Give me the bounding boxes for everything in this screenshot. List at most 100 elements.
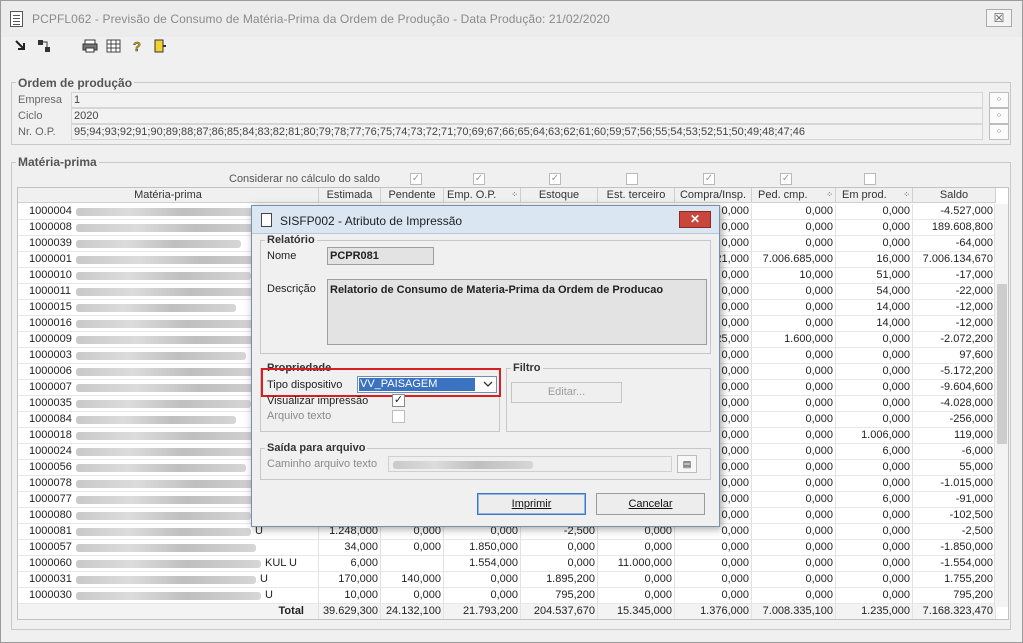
cell-saldo[interactable]: -12,000 [913, 300, 996, 316]
cell-ped[interactable]: 0,000 [752, 508, 836, 524]
cell-prod[interactable]: 16,000 [836, 252, 913, 268]
cell-prod[interactable]: 0,000 [836, 412, 913, 428]
ciclo-pick-button[interactable]: ⁘ [989, 108, 1009, 124]
folder-browse-icon[interactable]: ▤ [677, 455, 697, 473]
cell-saldo[interactable]: -1.015,000 [913, 476, 996, 492]
grid-scroll-thumb[interactable] [997, 284, 1007, 444]
cell-ped[interactable]: 0,000 [752, 380, 836, 396]
cell-ped[interactable]: 0,000 [752, 348, 836, 364]
cell-prod[interactable]: 51,000 [836, 268, 913, 284]
ped-pick-icon[interactable]: ⁘ [826, 188, 833, 202]
cell-prod[interactable]: 0,000 [836, 332, 913, 348]
cell-pendente[interactable]: 0,000 [381, 588, 444, 604]
cell-emp[interactable]: 1.850,000 [444, 540, 521, 556]
cell-saldo[interactable]: -4.028,000 [913, 396, 996, 412]
cell-terceiro[interactable]: 11.000,000 [598, 556, 675, 572]
col-header-estoque[interactable]: Estoque [521, 188, 598, 203]
imprimir-button[interactable]: Imprimir [477, 493, 586, 515]
caminho-field[interactable] [388, 456, 672, 472]
considerar-check-prod[interactable] [864, 173, 876, 185]
cell-saldo[interactable]: -5.172,200 [913, 364, 996, 380]
cell-saldo[interactable]: -256,000 [913, 412, 996, 428]
cell-ped[interactable]: 7.006.685,000 [752, 252, 836, 268]
emp-pick-icon[interactable]: ⁘ [511, 188, 518, 202]
cell-estoque[interactable]: 1.895,200 [521, 572, 598, 588]
cell-estimada[interactable]: 6,000 [319, 556, 381, 572]
cell-ped[interactable]: 0,000 [752, 556, 836, 572]
considerar-check-pendente[interactable]: ✓ [410, 173, 422, 185]
cell-ped[interactable]: 0,000 [752, 236, 836, 252]
cell-ped[interactable]: 1.600,000 [752, 332, 836, 348]
col-header-compra[interactable]: Compra/Insp. [675, 188, 752, 203]
cell-saldo[interactable]: 119,000 [913, 428, 996, 444]
table-row[interactable]: 1000031 U 170,000 140,000 0,000 1.895,200 0,00… [18, 572, 1008, 588]
cell-prod[interactable]: 0,000 [836, 524, 913, 540]
col-header-terceiro[interactable]: Est. terceiro [598, 188, 675, 203]
cell-saldo[interactable]: 1.755,200 [913, 572, 996, 588]
cell-prod[interactable]: 54,000 [836, 284, 913, 300]
cell-emp[interactable]: 1.554,000 [444, 556, 521, 572]
exit-icon[interactable] [152, 39, 168, 55]
cell-estoque[interactable]: 0,000 [521, 540, 598, 556]
arquivo-checkbox[interactable] [392, 410, 405, 423]
cell-ped[interactable]: 0,000 [752, 524, 836, 540]
cell-prod[interactable]: 0,000 [836, 508, 913, 524]
cell-saldo[interactable]: -12,000 [913, 316, 996, 332]
considerar-check-terceiro[interactable] [626, 173, 638, 185]
considerar-check-estoque[interactable]: ✓ [549, 173, 561, 185]
cell-saldo[interactable]: -1.850,000 [913, 540, 996, 556]
cell-ped[interactable]: 0,000 [752, 492, 836, 508]
cell-prod[interactable]: 14,000 [836, 316, 913, 332]
cell-materia[interactable]: 1000057 [18, 540, 319, 556]
cell-emp[interactable]: 0,000 [444, 588, 521, 604]
cell-prod[interactable]: 0,000 [836, 572, 913, 588]
cell-saldo[interactable]: -6,000 [913, 444, 996, 460]
cell-ped[interactable]: 0,000 [752, 300, 836, 316]
cell-saldo[interactable]: -1.554,000 [913, 556, 996, 572]
cell-pendente[interactable]: 140,000 [381, 572, 444, 588]
cell-prod[interactable]: 14,000 [836, 300, 913, 316]
table-row[interactable]: 1000060 KUL U 6,000 1.554,000 0,000 11.000,00… [18, 556, 1008, 572]
cell-compra[interactable]: 0,000 [675, 588, 752, 604]
nrop-pick-button[interactable]: ⁘ [989, 124, 1009, 140]
col-header-ped[interactable]: Ped. cmp. ⁘ [752, 188, 836, 203]
cell-emp[interactable]: 0,000 [444, 572, 521, 588]
cancelar-button[interactable]: Cancelar [596, 493, 705, 515]
cell-saldo[interactable]: -64,000 [913, 236, 996, 252]
cell-prod[interactable]: 0,000 [836, 204, 913, 220]
cell-materia[interactable]: 1000031 U [18, 572, 319, 588]
cell-prod[interactable]: 0,000 [836, 540, 913, 556]
print-icon[interactable] [82, 39, 98, 55]
cell-ped[interactable]: 0,000 [752, 476, 836, 492]
considerar-check-emp[interactable]: ✓ [473, 173, 485, 185]
cell-saldo[interactable]: -2,500 [913, 524, 996, 540]
prod-pick-icon[interactable]: ⁘ [903, 188, 910, 202]
cell-ped[interactable]: 0,000 [752, 284, 836, 300]
cell-ped[interactable]: 10,000 [752, 268, 836, 284]
tree-icon[interactable] [36, 39, 52, 55]
cell-saldo[interactable]: 7.006.134,670 [913, 252, 996, 268]
close-window-button[interactable]: ☒ [986, 9, 1012, 27]
cell-prod[interactable]: 1.006,000 [836, 428, 913, 444]
cell-prod[interactable]: 0,000 [836, 236, 913, 252]
cell-saldo[interactable]: -4.527,000 [913, 204, 996, 220]
cell-pendente[interactable]: 0,000 [381, 540, 444, 556]
cell-prod[interactable]: 0,000 [836, 364, 913, 380]
empresa-pick-button[interactable]: ⁘ [989, 92, 1009, 108]
cell-saldo[interactable]: -102,500 [913, 508, 996, 524]
cell-estoque[interactable]: 795,200 [521, 588, 598, 604]
cell-prod[interactable]: 0,000 [836, 396, 913, 412]
cell-compra[interactable]: 0,000 [675, 572, 752, 588]
cell-materia[interactable]: 1000060 KUL U [18, 556, 319, 572]
cell-saldo[interactable]: -2.072,200 [913, 332, 996, 348]
col-header-materia[interactable]: Matéria-prima [18, 188, 319, 203]
cell-ped[interactable]: 0,000 [752, 444, 836, 460]
cell-ped[interactable]: 0,000 [752, 460, 836, 476]
cell-ped[interactable]: 0,000 [752, 204, 836, 220]
cell-saldo[interactable]: -9.604,600 [913, 380, 996, 396]
help-icon[interactable]: ? [129, 39, 145, 55]
cell-compra[interactable]: 0,000 [675, 556, 752, 572]
cell-prod[interactable]: 0,000 [836, 460, 913, 476]
cell-estimada[interactable]: 10,000 [319, 588, 381, 604]
col-header-pendente[interactable]: Pendente [381, 188, 444, 203]
